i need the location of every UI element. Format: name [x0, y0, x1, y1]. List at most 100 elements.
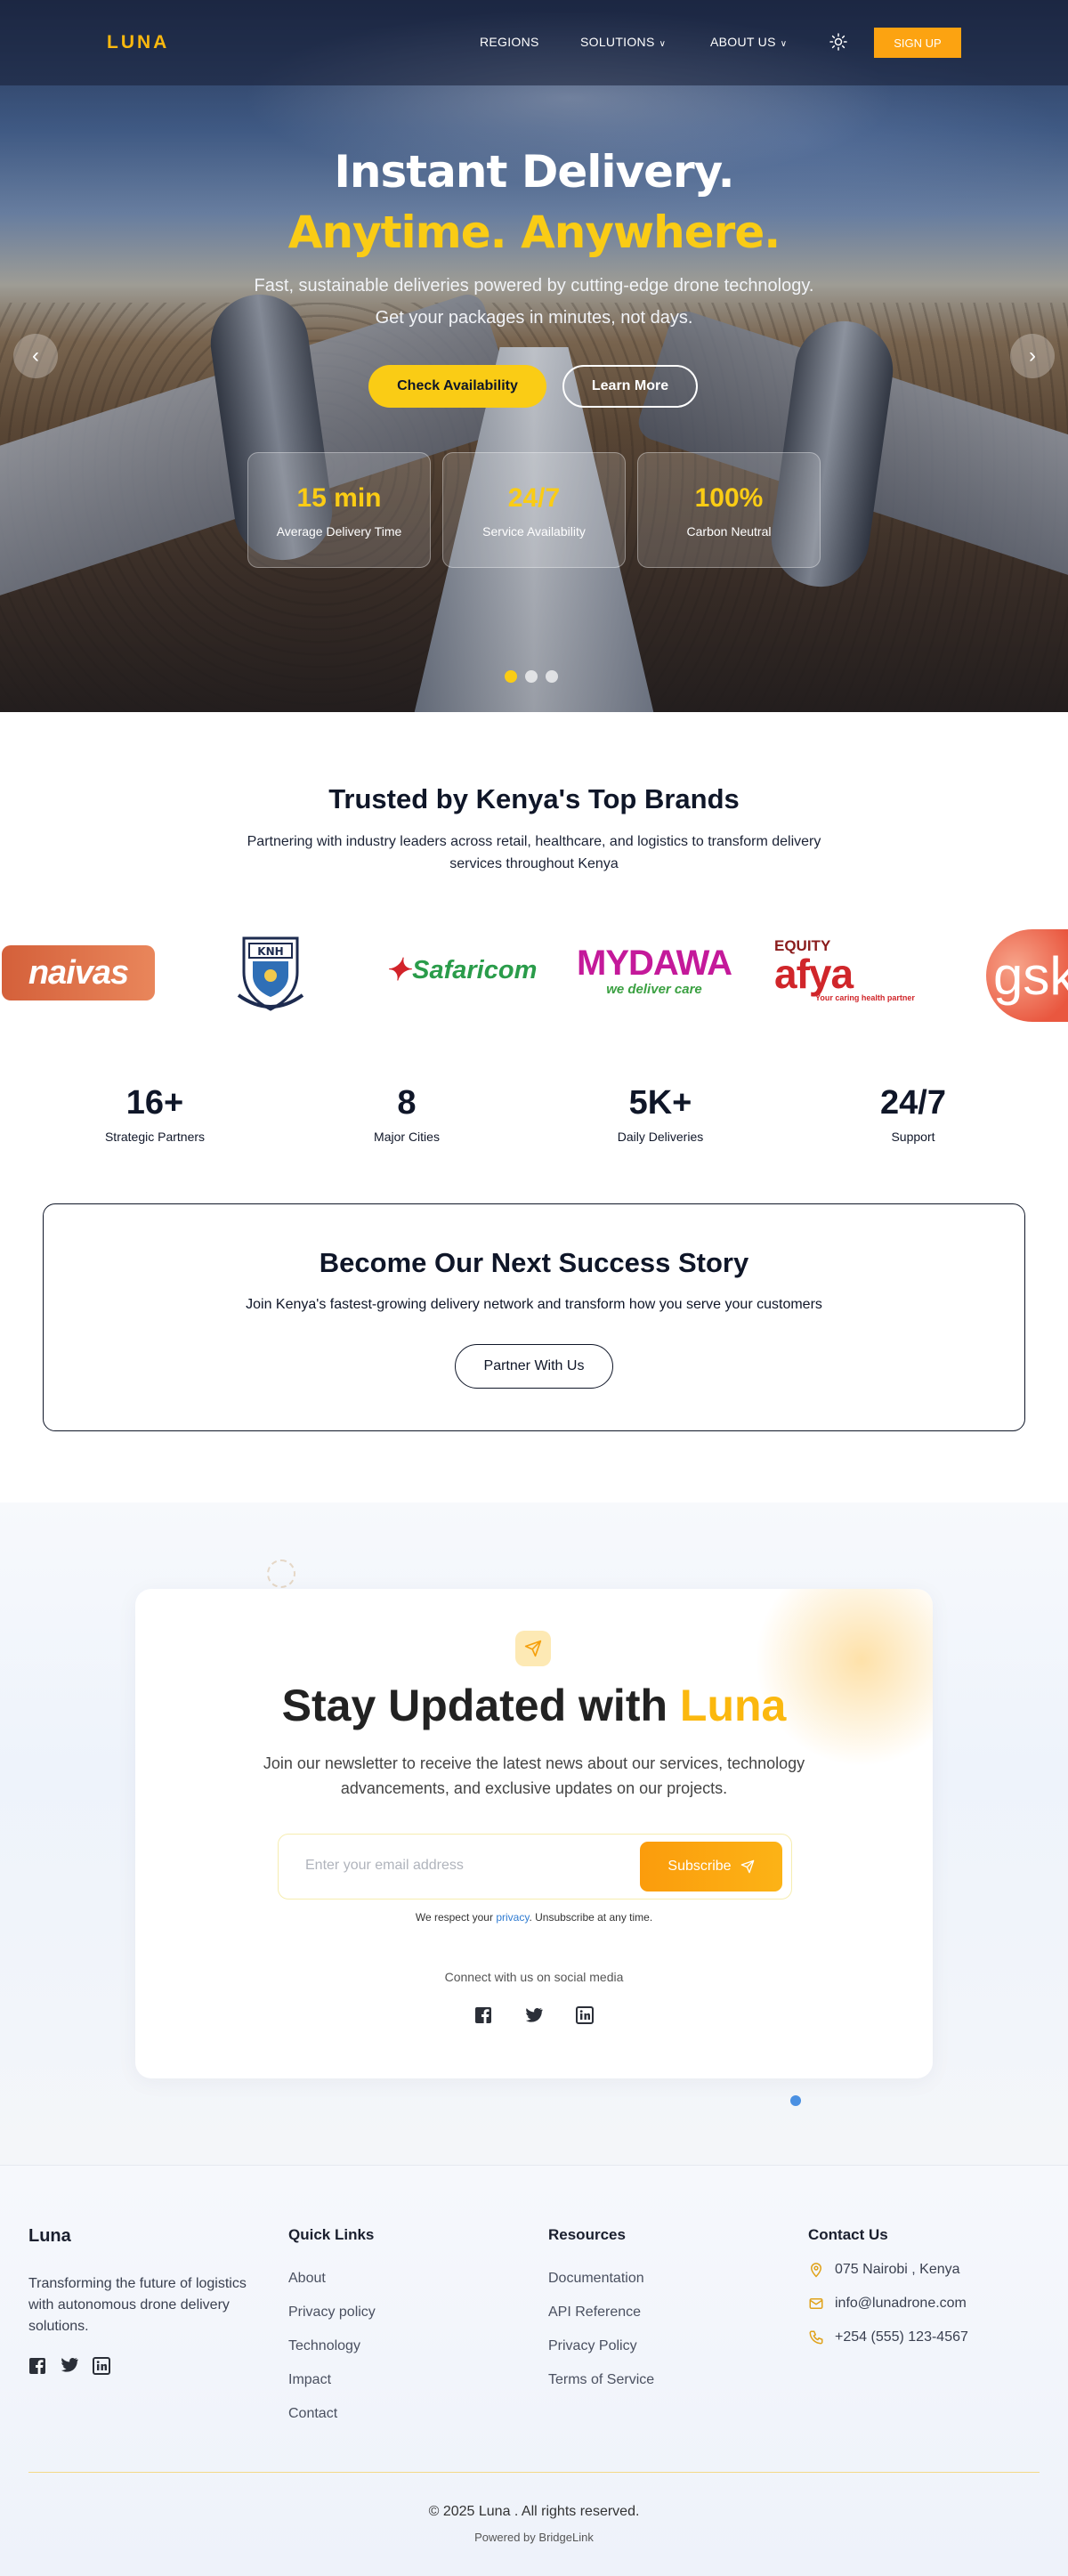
send-icon	[740, 1859, 754, 1874]
stat-label: Service Availability	[482, 524, 586, 539]
learn-more-button[interactable]: Learn More	[562, 365, 698, 408]
contact-heading: Contact Us	[808, 2226, 888, 2243]
sun-icon[interactable]	[829, 32, 848, 52]
footer-brand-column: Luna Transforming the future of logistic…	[28, 2226, 260, 2375]
safaricom-logo: ✦ Safaricom	[374, 926, 548, 1015]
hero-title-line1: Instant Delivery.	[334, 146, 734, 198]
facebook-icon[interactable]	[473, 2005, 493, 2025]
hero-stat-card: 15 min Average Delivery Time	[247, 452, 431, 568]
kpi-label: Major Cities	[374, 1130, 440, 1144]
footer-link-impact[interactable]: Impact	[288, 2372, 376, 2388]
afya-wordmark: afya	[774, 951, 854, 997]
equity-afya-logo: EQUITY afya Your caring health partner	[774, 926, 917, 1015]
stat-label: Average Delivery Time	[276, 524, 402, 539]
chevron-down-icon: ∨	[780, 39, 788, 49]
paper-plane-icon	[515, 1631, 551, 1666]
footer-quick-links: Quick Links About Privacy policy Technol…	[288, 2226, 376, 2422]
nav-solutions[interactable]: SOLUTIONS ∨	[580, 35, 666, 49]
success-subtitle: Join Kenya's fastest-growing delivery ne…	[246, 1297, 822, 1312]
kpi-label: Support	[891, 1130, 935, 1144]
stat-value: 100%	[694, 483, 764, 513]
twitter-icon[interactable]	[61, 2357, 78, 2373]
footer-link-api-reference[interactable]: API Reference	[548, 2305, 654, 2321]
hero-overlay	[0, 0, 1068, 712]
site-logo[interactable]: LUNA	[107, 32, 169, 53]
kpi-value: 5K+	[628, 1084, 692, 1122]
stat-value: 15 min	[296, 483, 382, 513]
contact-email-text: info@lunadrone.com	[835, 2296, 967, 2311]
contact-email[interactable]: info@lunadrone.com	[808, 2296, 968, 2312]
carousel-dot[interactable]	[505, 670, 517, 683]
check-availability-button[interactable]: Check Availability	[368, 365, 546, 408]
footer-link-technology[interactable]: Technology	[288, 2338, 376, 2354]
site-footer: Luna Transforming the future of logistic…	[0, 2165, 1068, 2576]
success-title: Become Our Next Success Story	[319, 1247, 749, 1278]
footer-social	[28, 2357, 260, 2375]
hero-subtitle-line1: Fast, sustainable deliveries powered by …	[254, 276, 814, 296]
subscribe-label: Subscribe	[668, 1859, 732, 1874]
partner-with-us-button[interactable]: Partner With Us	[455, 1344, 613, 1389]
mydawa-wordmark-a: MY	[577, 943, 629, 983]
brands-title: Trusted by Kenya's Top Brands	[328, 783, 740, 814]
twitter-icon[interactable]	[524, 2005, 544, 2025]
contact-address-text: 075 Nairobi , Kenya	[835, 2262, 960, 2277]
powered-by: Powered by BridgeLink	[474, 2531, 594, 2544]
kpi-item: 24/7 Support	[824, 1084, 1002, 1144]
kpi-value: 16+	[125, 1084, 184, 1122]
kpi-label: Strategic Partners	[104, 1130, 206, 1144]
hero-subtitle-line2: Get your packages in minutes, not days.	[375, 308, 693, 328]
carousel-next-button[interactable]: ›	[1010, 334, 1055, 378]
footer-link-contact[interactable]: Contact	[288, 2406, 376, 2422]
copyright: © 2025 Luna . All rights reserved.	[428, 2504, 640, 2519]
linkedin-icon[interactable]	[575, 2005, 595, 2025]
linkedin-icon[interactable]	[93, 2357, 110, 2375]
hero-section: LUNA REGIONS SOLUTIONS ∨ ABOUT US ∨ SIGN U…	[0, 0, 1068, 712]
privacy-prefix: We respect your	[415, 1911, 497, 1924]
decorative-dot	[790, 2095, 801, 2106]
svg-text:KNH: KNH	[257, 945, 283, 958]
kpi-value: 24/7	[880, 1084, 946, 1122]
contact-phone-text: +254 (555) 123-4567	[835, 2329, 968, 2345]
footer-resources: Resources Documentation API Reference Pr…	[548, 2226, 654, 2388]
hero-title-line2: Anytime. Anywhere.	[287, 207, 781, 258]
email-input[interactable]	[305, 1851, 626, 1880]
footer-link-documentation[interactable]: Documentation	[548, 2271, 654, 2287]
mydawa-logo: MYDAWA we deliver care	[570, 926, 739, 1015]
footer-divider	[28, 2472, 1040, 2473]
chevron-left-icon: ‹	[32, 344, 39, 368]
quick-links-heading: Quick Links	[288, 2226, 375, 2243]
kpi-item: 5K+ Daily Deliveries	[571, 1084, 749, 1144]
carousel-dot[interactable]	[546, 670, 558, 683]
footer-brand: Luna	[28, 2226, 71, 2246]
newsletter-title-accent: Luna	[679, 1681, 787, 1730]
kpi-item: 16+ Strategic Partners	[66, 1084, 244, 1144]
subscribe-button[interactable]: Subscribe	[640, 1842, 782, 1891]
nav-regions[interactable]: REGIONS	[480, 35, 539, 49]
signup-button[interactable]: SIGN UP	[874, 28, 961, 58]
nav-regions-label: REGIONS	[480, 35, 539, 49]
contact-phone[interactable]: +254 (555) 123-4567	[808, 2329, 968, 2345]
safaricom-swoosh-icon: ✦	[384, 953, 411, 987]
gsk-logo: gsk	[986, 929, 1068, 1022]
stat-value: 24/7	[507, 483, 561, 513]
facebook-icon[interactable]	[28, 2357, 46, 2375]
carousel-prev-button[interactable]: ‹	[13, 334, 58, 378]
footer-link-terms[interactable]: Terms of Service	[548, 2372, 654, 2388]
carousel-dot[interactable]	[525, 670, 538, 683]
footer-link-privacy[interactable]: Privacy Policy	[548, 2338, 654, 2354]
map-pin-icon	[810, 2263, 822, 2278]
footer-link-privacy-policy[interactable]: Privacy policy	[288, 2305, 376, 2321]
chevron-right-icon: ›	[1029, 344, 1036, 368]
nav-solutions-label: SOLUTIONS	[580, 35, 655, 49]
chevron-down-icon: ∨	[659, 39, 667, 49]
naivas-logo: naivas	[2, 945, 155, 1000]
footer-link-about[interactable]: About	[288, 2271, 376, 2287]
newsletter-card: Stay Updated with Luna Join our newslett…	[135, 1589, 933, 2078]
privacy-link[interactable]: privacy	[496, 1911, 529, 1924]
nav-about-us[interactable]: ABOUT US ∨	[710, 35, 787, 49]
kpi-item: 8 Major Cities	[318, 1084, 496, 1144]
knh-logo: KNH	[233, 929, 308, 1015]
afya-tagline: Your caring health partner	[815, 993, 915, 1002]
card-glow	[755, 1589, 933, 1767]
mail-icon	[809, 2298, 823, 2309]
